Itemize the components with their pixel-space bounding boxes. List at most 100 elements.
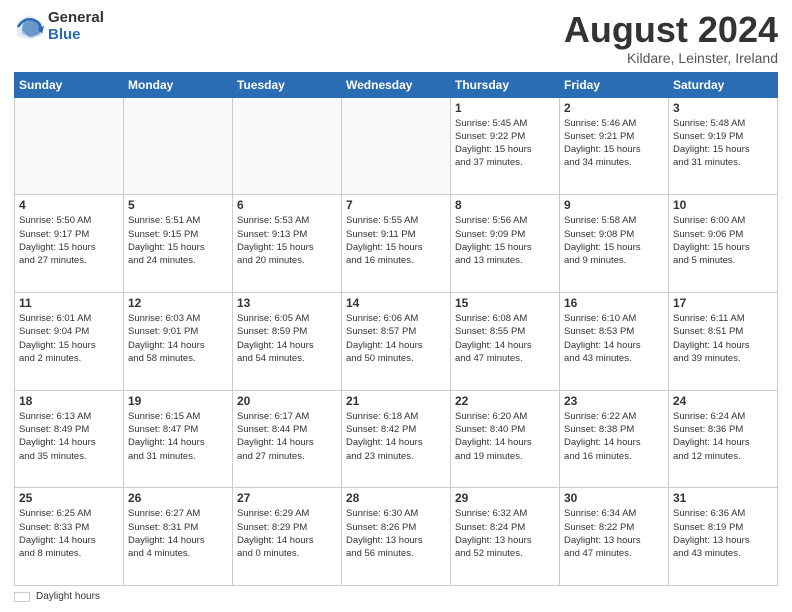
day-number: 13 <box>237 296 337 310</box>
calendar-cell: 10 Sunrise: 6:00 AM Sunset: 9:06 PM Dayli… <box>669 195 778 293</box>
day-number: 9 <box>564 198 664 212</box>
day-info: Sunrise: 6:20 AM Sunset: 8:40 PM Dayligh… <box>455 410 555 463</box>
calendar-day-header: Friday <box>560 72 669 97</box>
day-number: 17 <box>673 296 773 310</box>
calendar-cell: 16 Sunrise: 6:10 AM Sunset: 8:53 PM Dayli… <box>560 292 669 390</box>
calendar-cell: 3 Sunrise: 5:48 AM Sunset: 9:19 PM Daylig… <box>669 97 778 195</box>
calendar-cell: 15Sunrise: 6:08 AM Sunset: 8:55 PM Dayli… <box>451 292 560 390</box>
day-info: Sunrise: 5:53 AM Sunset: 9:13 PM Dayligh… <box>237 214 337 267</box>
day-info: Sunrise: 5:45 AM Sunset: 9:22 PM Dayligh… <box>455 117 555 170</box>
day-number: 30 <box>564 491 664 505</box>
calendar-cell: 5Sunrise: 5:51 AM Sunset: 9:15 PM Daylig… <box>124 195 233 293</box>
day-info: Sunrise: 6:01 AM Sunset: 9:04 PM Dayligh… <box>19 312 119 365</box>
page: General Blue August 2024 Kildare, Leinst… <box>0 0 792 612</box>
day-number: 21 <box>346 394 446 408</box>
day-number: 2 <box>564 101 664 115</box>
calendar-cell: 26Sunrise: 6:27 AM Sunset: 8:31 PM Dayli… <box>124 488 233 586</box>
day-info: Sunrise: 6:08 AM Sunset: 8:55 PM Dayligh… <box>455 312 555 365</box>
day-number: 16 <box>564 296 664 310</box>
day-number: 3 <box>673 101 773 115</box>
day-number: 23 <box>564 394 664 408</box>
day-number: 19 <box>128 394 228 408</box>
day-number: 29 <box>455 491 555 505</box>
day-info: Sunrise: 5:48 AM Sunset: 9:19 PM Dayligh… <box>673 117 773 170</box>
calendar-day-header: Thursday <box>451 72 560 97</box>
footer: Daylight hours <box>14 591 778 602</box>
day-info: Sunrise: 6:32 AM Sunset: 8:24 PM Dayligh… <box>455 507 555 560</box>
logo-general: General <box>48 10 104 27</box>
day-info: Sunrise: 5:50 AM Sunset: 9:17 PM Dayligh… <box>19 214 119 267</box>
calendar-cell: 25Sunrise: 6:25 AM Sunset: 8:33 PM Dayli… <box>15 488 124 586</box>
day-info: Sunrise: 6:18 AM Sunset: 8:42 PM Dayligh… <box>346 410 446 463</box>
day-info: Sunrise: 6:29 AM Sunset: 8:29 PM Dayligh… <box>237 507 337 560</box>
title-location: Kildare, Leinster, Ireland <box>564 50 778 66</box>
day-info: Sunrise: 6:03 AM Sunset: 9:01 PM Dayligh… <box>128 312 228 365</box>
calendar-cell: 27 Sunrise: 6:29 AM Sunset: 8:29 PM Dayli… <box>233 488 342 586</box>
day-number: 6 <box>237 198 337 212</box>
calendar-cell: 12 Sunrise: 6:03 AM Sunset: 9:01 PM Dayli… <box>124 292 233 390</box>
calendar-day-header: Sunday <box>15 72 124 97</box>
title-block: August 2024 Kildare, Leinster, Ireland <box>564 10 778 66</box>
day-number: 4 <box>19 198 119 212</box>
calendar-cell: 30Sunrise: 6:34 AM Sunset: 8:22 PM Dayli… <box>560 488 669 586</box>
title-month: August 2024 <box>564 10 778 50</box>
day-info: Sunrise: 5:58 AM Sunset: 9:08 PM Dayligh… <box>564 214 664 267</box>
calendar-cell: 13 Sunrise: 6:05 AM Sunset: 8:59 PM Dayli… <box>233 292 342 390</box>
logo-icon <box>14 12 44 42</box>
day-number: 1 <box>455 101 555 115</box>
day-info: Sunrise: 6:11 AM Sunset: 8:51 PM Dayligh… <box>673 312 773 365</box>
legend-label: Daylight hours <box>36 591 100 602</box>
calendar-cell <box>15 97 124 195</box>
day-info: Sunrise: 5:55 AM Sunset: 9:11 PM Dayligh… <box>346 214 446 267</box>
day-info: Sunrise: 6:13 AM Sunset: 8:49 PM Dayligh… <box>19 410 119 463</box>
calendar-header-row: SundayMondayTuesdayWednesdayThursdayFrid… <box>15 72 778 97</box>
day-number: 12 <box>128 296 228 310</box>
logo: General Blue <box>14 10 104 43</box>
day-number: 20 <box>237 394 337 408</box>
day-info: Sunrise: 6:24 AM Sunset: 8:36 PM Dayligh… <box>673 410 773 463</box>
day-number: 24 <box>673 394 773 408</box>
calendar-cell: 28Sunrise: 6:30 AM Sunset: 8:26 PM Dayli… <box>342 488 451 586</box>
day-number: 11 <box>19 296 119 310</box>
day-info: Sunrise: 6:15 AM Sunset: 8:47 PM Dayligh… <box>128 410 228 463</box>
calendar-cell: 31Sunrise: 6:36 AM Sunset: 8:19 PM Dayli… <box>669 488 778 586</box>
day-info: Sunrise: 6:36 AM Sunset: 8:19 PM Dayligh… <box>673 507 773 560</box>
calendar-cell: 18 Sunrise: 6:13 AM Sunset: 8:49 PM Dayli… <box>15 390 124 488</box>
logo-text: General Blue <box>48 10 104 43</box>
calendar-week-row: 4 Sunrise: 5:50 AM Sunset: 9:17 PM Daylig… <box>15 195 778 293</box>
day-info: Sunrise: 6:10 AM Sunset: 8:53 PM Dayligh… <box>564 312 664 365</box>
calendar-week-row: 11 Sunrise: 6:01 AM Sunset: 9:04 PM Dayli… <box>15 292 778 390</box>
logo-blue: Blue <box>48 27 104 44</box>
day-info: Sunrise: 6:00 AM Sunset: 9:06 PM Dayligh… <box>673 214 773 267</box>
calendar-cell: 24 Sunrise: 6:24 AM Sunset: 8:36 PM Dayli… <box>669 390 778 488</box>
calendar-week-row: 1 Sunrise: 5:45 AM Sunset: 9:22 PM Daylig… <box>15 97 778 195</box>
calendar-week-row: 25Sunrise: 6:25 AM Sunset: 8:33 PM Dayli… <box>15 488 778 586</box>
calendar-cell: 23Sunrise: 6:22 AM Sunset: 8:38 PM Dayli… <box>560 390 669 488</box>
day-number: 8 <box>455 198 555 212</box>
day-info: Sunrise: 6:05 AM Sunset: 8:59 PM Dayligh… <box>237 312 337 365</box>
day-number: 26 <box>128 491 228 505</box>
day-number: 14 <box>346 296 446 310</box>
calendar-day-header: Monday <box>124 72 233 97</box>
day-info: Sunrise: 6:17 AM Sunset: 8:44 PM Dayligh… <box>237 410 337 463</box>
calendar-cell: 19 Sunrise: 6:15 AM Sunset: 8:47 PM Dayli… <box>124 390 233 488</box>
calendar-day-header: Tuesday <box>233 72 342 97</box>
day-number: 28 <box>346 491 446 505</box>
calendar-cell: 29 Sunrise: 6:32 AM Sunset: 8:24 PM Dayli… <box>451 488 560 586</box>
calendar-cell: 21 Sunrise: 6:18 AM Sunset: 8:42 PM Dayli… <box>342 390 451 488</box>
day-info: Sunrise: 5:46 AM Sunset: 9:21 PM Dayligh… <box>564 117 664 170</box>
calendar-day-header: Saturday <box>669 72 778 97</box>
day-number: 22 <box>455 394 555 408</box>
day-number: 27 <box>237 491 337 505</box>
day-info: Sunrise: 5:51 AM Sunset: 9:15 PM Dayligh… <box>128 214 228 267</box>
day-number: 10 <box>673 198 773 212</box>
calendar-cell: 9 Sunrise: 5:58 AM Sunset: 9:08 PM Daylig… <box>560 195 669 293</box>
day-number: 18 <box>19 394 119 408</box>
calendar-cell: 17 Sunrise: 6:11 AM Sunset: 8:51 PM Dayli… <box>669 292 778 390</box>
calendar-cell: 7Sunrise: 5:55 AM Sunset: 9:11 PM Daylig… <box>342 195 451 293</box>
day-info: Sunrise: 6:25 AM Sunset: 8:33 PM Dayligh… <box>19 507 119 560</box>
legend-box <box>14 592 30 602</box>
calendar-cell: 1 Sunrise: 5:45 AM Sunset: 9:22 PM Daylig… <box>451 97 560 195</box>
day-info: Sunrise: 6:06 AM Sunset: 8:57 PM Dayligh… <box>346 312 446 365</box>
calendar-cell <box>233 97 342 195</box>
